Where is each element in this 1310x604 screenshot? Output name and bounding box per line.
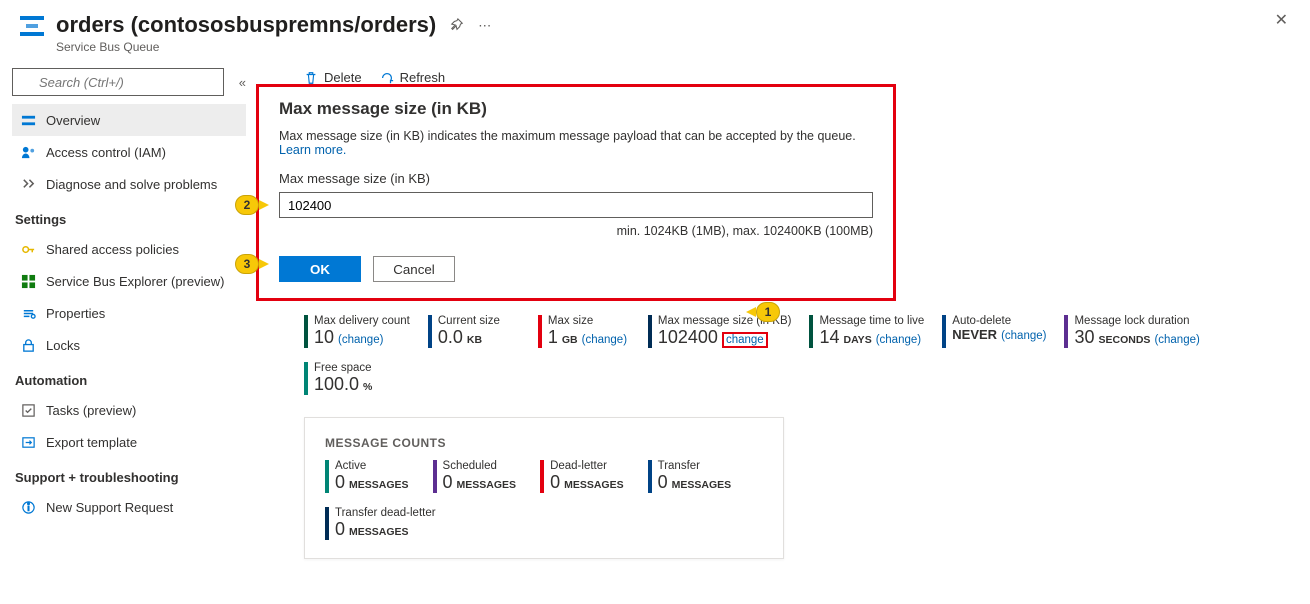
message-counts-card: MESSAGE COUNTS Active 0MESSAGES Schedule… [304, 417, 784, 559]
page-header: orders (contososbuspremns/orders) Servic… [0, 0, 1310, 62]
properties-icon [20, 305, 36, 321]
callout-2: 2 [235, 195, 269, 215]
sidebar-item-label: New Support Request [46, 500, 173, 515]
change-link[interactable]: (change) [582, 334, 627, 346]
sidebar-item-label: Access control (IAM) [46, 145, 166, 160]
sidebar-item-properties[interactable]: Properties [12, 297, 246, 329]
max-message-size-input[interactable] [279, 192, 873, 218]
sidebar-item-support-request[interactable]: New Support Request [12, 491, 246, 523]
sidebar-item-overview[interactable]: Overview [12, 104, 246, 136]
sidebar: « Overview Access control (IAM) Diagnose… [0, 62, 258, 604]
pin-icon[interactable] [450, 18, 464, 35]
lock-icon [20, 337, 36, 353]
max-message-size-dialog: Max message size (in KB) Max message siz… [256, 84, 896, 301]
stats-row-2: Free space 100.0% [304, 362, 1292, 395]
sidebar-item-access-control[interactable]: Access control (IAM) [12, 136, 246, 168]
sidebar-item-label: Properties [46, 306, 105, 321]
count-transfer: Transfer 0MESSAGES [648, 460, 732, 493]
more-icon[interactable]: ⋯ [478, 18, 493, 35]
diagnose-icon [20, 176, 36, 192]
stat-lock-duration: Message lock duration 30SECONDS (change) [1064, 315, 1199, 348]
stat-auto-delete: Auto-delete NEVER (change) [942, 315, 1046, 348]
search-input[interactable] [12, 68, 224, 96]
main-content: Delete Refresh Max message size (in KB) … [258, 62, 1310, 604]
sidebar-item-label: Tasks (preview) [46, 403, 136, 418]
sidebar-item-label: Shared access policies [46, 242, 179, 257]
learn-more-link[interactable]: Learn more. [279, 143, 346, 157]
change-link[interactable]: (change) [1154, 334, 1199, 346]
change-link[interactable]: (change) [876, 334, 921, 346]
explorer-icon [20, 273, 36, 289]
sidebar-item-label: Diagnose and solve problems [46, 177, 217, 192]
callout-3: 3 [235, 254, 269, 274]
tasks-icon [20, 402, 36, 418]
export-icon [20, 434, 36, 450]
refresh-button[interactable]: Refresh [380, 70, 446, 85]
delete-button[interactable]: Delete [304, 70, 362, 85]
cancel-button[interactable]: Cancel [373, 256, 455, 282]
trash-icon [304, 71, 318, 85]
sidebar-section-settings: Settings [12, 200, 246, 233]
sidebar-item-diagnose[interactable]: Diagnose and solve problems [12, 168, 246, 200]
dialog-title: Max message size (in KB) [279, 99, 873, 119]
count-transfer-dl: Transfer dead-letter 0MESSAGES [325, 507, 436, 540]
stat-free-space: Free space 100.0% [304, 362, 396, 395]
sidebar-item-export[interactable]: Export template [12, 426, 246, 458]
change-link[interactable]: change [722, 332, 768, 348]
page-subtitle: Service Bus Queue [56, 40, 436, 54]
dialog-description: Max message size (in KB) indicates the m… [279, 129, 873, 157]
change-link[interactable]: (change) [1001, 330, 1046, 342]
count-scheduled: Scheduled 0MESSAGES [433, 460, 517, 493]
servicebus-icon [18, 12, 46, 40]
sidebar-item-label: Export template [46, 435, 137, 450]
close-icon[interactable]: ✕ [1275, 10, 1288, 30]
stats-row: Max delivery count 10 (change) Current s… [304, 315, 1292, 348]
sidebar-item-label: Overview [46, 113, 100, 128]
sidebar-item-locks[interactable]: Locks [12, 329, 246, 361]
key-icon [20, 241, 36, 257]
identity-icon [20, 144, 36, 160]
stat-max-size: Max size 1GB (change) [538, 315, 630, 348]
overview-icon [20, 112, 36, 128]
page-title: orders (contososbuspremns/orders) [56, 12, 436, 38]
sidebar-item-shared-access[interactable]: Shared access policies [12, 233, 246, 265]
change-link[interactable]: (change) [338, 334, 383, 346]
refresh-icon [380, 71, 394, 85]
callout-1: 1 [746, 302, 780, 322]
support-icon [20, 499, 36, 515]
counts-title: MESSAGE COUNTS [325, 436, 763, 450]
stat-ttl: Message time to live 14DAYS (change) [809, 315, 924, 348]
sidebar-item-label: Service Bus Explorer (preview) [46, 274, 224, 289]
stat-current-size: Current size 0.0KB [428, 315, 520, 348]
stat-max-delivery: Max delivery count 10 (change) [304, 315, 410, 348]
sidebar-item-explorer[interactable]: Service Bus Explorer (preview) [12, 265, 246, 297]
sidebar-item-label: Locks [46, 338, 80, 353]
sidebar-section-automation: Automation [12, 361, 246, 394]
sidebar-section-support: Support + troubleshooting [12, 458, 246, 491]
ok-button[interactable]: OK [279, 256, 361, 282]
dialog-input-label: Max message size (in KB) [279, 171, 873, 186]
sidebar-item-tasks[interactable]: Tasks (preview) [12, 394, 246, 426]
count-dead-letter: Dead-letter 0MESSAGES [540, 460, 624, 493]
collapse-sidebar-icon[interactable]: « [239, 75, 246, 90]
dialog-hint: min. 1024KB (1MB), max. 102400KB (100MB) [279, 224, 873, 238]
count-active: Active 0MESSAGES [325, 460, 409, 493]
